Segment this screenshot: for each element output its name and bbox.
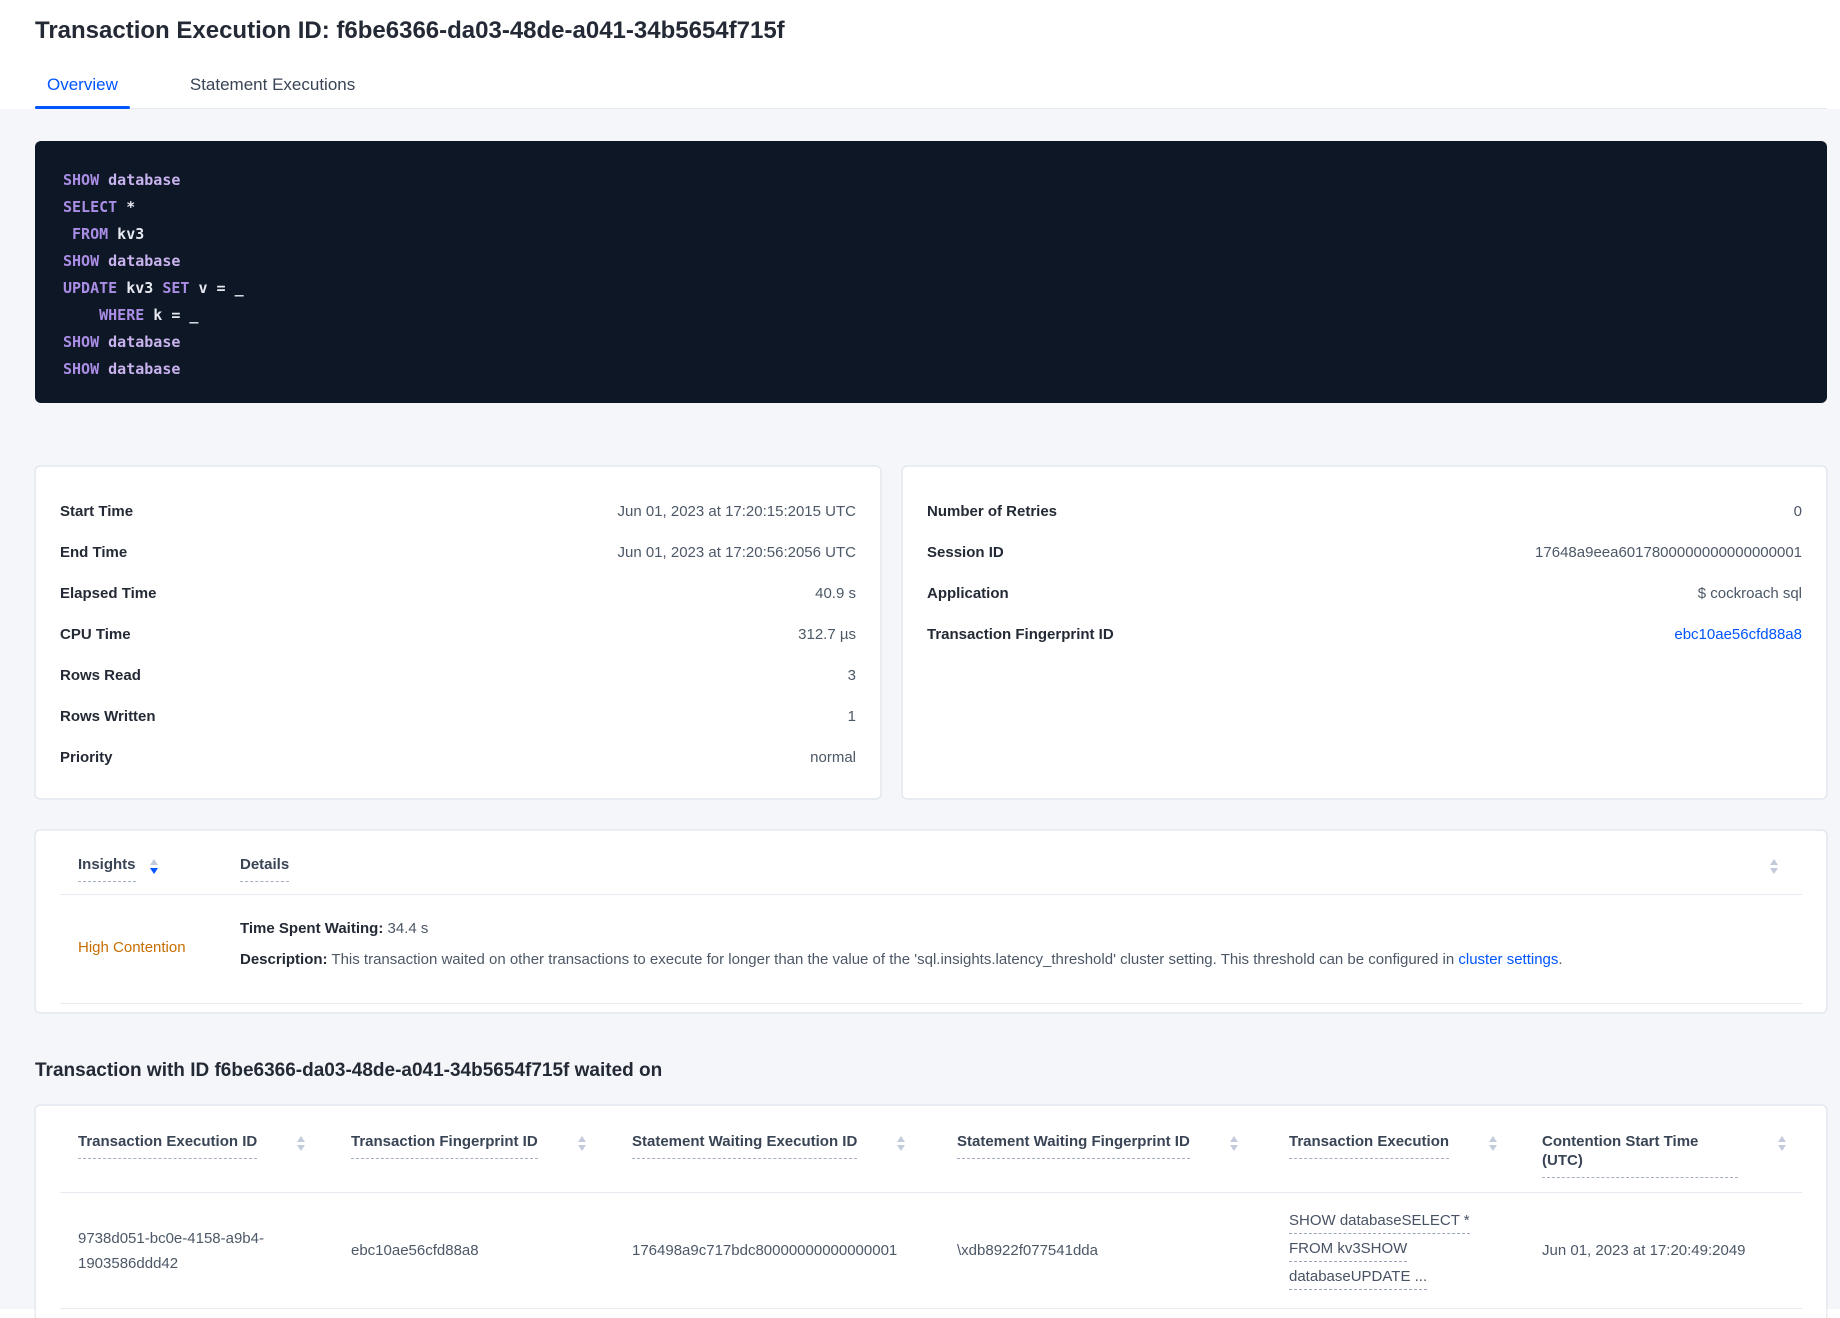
- insights-table: Insights Details High Contention Time Sp…: [35, 830, 1827, 1013]
- tab-bar: Overview Statement Executions: [35, 69, 1827, 109]
- meta-label: Transaction Fingerprint ID: [927, 626, 1114, 643]
- tab-statement-executions[interactable]: Statement Executions: [178, 69, 367, 108]
- transaction-fingerprint-link[interactable]: ebc10ae56cfd88a8: [1674, 626, 1802, 643]
- cell-statement-waiting-fingerprint-id: \xdb8922f077541dda: [957, 1242, 1098, 1259]
- stat-row-rows-written: Rows Written 1: [60, 696, 856, 737]
- stat-value: Jun 01, 2023 at 17:20:15:2015 UTC: [617, 503, 856, 520]
- meta-value: 17648a9eea6017800000000000000001: [1535, 544, 1802, 561]
- time-spent-waiting: Time Spent Waiting: 34.4 s: [240, 920, 429, 937]
- stat-row-rows-read: Rows Read 3: [60, 655, 856, 696]
- col-statement-waiting-execution-id[interactable]: Statement Waiting Execution ID: [632, 1132, 957, 1178]
- sql-line: SELECT *: [63, 198, 136, 216]
- meta-row-retries: Number of Retries 0: [927, 491, 1802, 532]
- transaction-execution-link[interactable]: SHOW databaseSELECT * FROM kv3SHOW datab…: [1289, 1211, 1542, 1290]
- stat-value: Jun 01, 2023 at 17:20:56:2056 UTC: [617, 544, 856, 561]
- stat-value: normal: [810, 749, 856, 766]
- sql-line: SHOW database: [63, 171, 181, 189]
- col-statement-waiting-fingerprint-id[interactable]: Statement Waiting Fingerprint ID: [957, 1132, 1289, 1178]
- meta-label: Number of Retries: [927, 503, 1058, 520]
- meta-label: Session ID: [927, 544, 1004, 561]
- meta-value: $ cockroach sql: [1697, 585, 1802, 602]
- sort-icon[interactable]: [1489, 1136, 1498, 1151]
- sql-line: FROM kv3: [72, 225, 145, 243]
- waited-on-heading: Transaction with ID f6be6366-da03-48de-a…: [35, 1060, 663, 1081]
- stat-label: CPU Time: [60, 626, 131, 643]
- sort-icon[interactable]: [1229, 1136, 1238, 1151]
- meta-value: 0: [1793, 503, 1802, 520]
- insight-row: High Contention Time Spent Waiting: 34.4…: [60, 895, 1802, 1004]
- stat-value: 40.9 s: [815, 585, 856, 602]
- sort-icon[interactable]: [1770, 859, 1778, 874]
- page-header: Transaction Execution ID: f6be6366-da03-…: [0, 0, 1840, 109]
- col-transaction-execution[interactable]: Transaction Execution: [1289, 1132, 1542, 1178]
- page-title: Transaction Execution ID: f6be6366-da03-…: [35, 17, 785, 44]
- sort-icon[interactable]: [1778, 1136, 1786, 1151]
- cell-transaction-fingerprint-id: ebc10ae56cfd88a8: [351, 1242, 479, 1259]
- stat-row-priority: Priority normal: [60, 737, 856, 778]
- insight-type-badge: High Contention: [78, 938, 186, 956]
- insight-details: Time Spent Waiting: 34.4 s Description: …: [240, 916, 1778, 978]
- stat-value: 3: [847, 667, 856, 684]
- sql-line: SHOW database: [63, 252, 181, 270]
- stat-row-start-time: Start Time Jun 01, 2023 at 17:20:15:2015…: [60, 491, 856, 532]
- insights-table-header: Insights Details: [60, 831, 1802, 895]
- stat-label: Priority: [60, 749, 113, 766]
- sql-line: UPDATE kv3 SET v = _: [63, 279, 244, 297]
- cell-contention-start-time: Jun 01, 2023 at 17:20:49:2049: [1542, 1242, 1746, 1259]
- waited-on-table: Transaction Execution ID Transaction Fin…: [35, 1105, 1827, 1318]
- meta-row-fingerprint-id: Transaction Fingerprint ID ebc10ae56cfd8…: [927, 614, 1802, 655]
- cluster-settings-link[interactable]: cluster settings: [1458, 951, 1558, 968]
- summary-cards-row: Start Time Jun 01, 2023 at 17:20:15:2015…: [35, 466, 1827, 799]
- cell-statement-waiting-execution-id: 176498a9c717bdc80000000000000001: [632, 1242, 898, 1259]
- col-transaction-fingerprint-id[interactable]: Transaction Fingerprint ID: [351, 1132, 632, 1178]
- sort-icon[interactable]: [577, 1136, 586, 1151]
- stat-label: Start Time: [60, 503, 134, 520]
- sort-icon[interactable]: [297, 1136, 306, 1151]
- stat-label: End Time: [60, 544, 128, 561]
- sql-line: WHERE k = _: [99, 306, 199, 324]
- sort-icon[interactable]: [897, 1136, 906, 1151]
- meta-row-application: Application $ cockroach sql: [927, 573, 1802, 614]
- details-header-label: Details: [240, 855, 290, 882]
- details-column-header: Details: [240, 855, 1778, 882]
- waited-on-row: 9738d051-bc0e-4158-a9b4-1903586ddd42 ebc…: [60, 1193, 1802, 1309]
- stat-label: Rows Read: [60, 667, 141, 684]
- waited-on-table-header: Transaction Execution ID Transaction Fin…: [60, 1106, 1802, 1193]
- stat-row-elapsed-time: Elapsed Time 40.9 s: [60, 573, 856, 614]
- sql-line: SHOW database: [63, 333, 181, 351]
- insight-description: Description: This transaction waited on …: [240, 951, 1563, 968]
- stat-value: 312.7 µs: [798, 626, 856, 643]
- cell-transaction-execution-id: 9738d051-bc0e-4158-a9b4-1903586ddd42: [78, 1229, 264, 1272]
- stat-label: Elapsed Time: [60, 585, 157, 602]
- insights-column-header[interactable]: Insights: [78, 855, 240, 882]
- transaction-stats-card: Start Time Jun 01, 2023 at 17:20:15:2015…: [35, 466, 881, 799]
- meta-row-session-id: Session ID 17648a9eea6017800000000000000…: [927, 532, 1802, 573]
- meta-label: Application: [927, 585, 1009, 602]
- stat-value: 1: [847, 708, 856, 725]
- col-contention-start-time[interactable]: Contention Start Time (UTC): [1542, 1132, 1802, 1178]
- sql-statements-box: SHOW database SELECT * FROM kv3 SHOW datab…: [35, 141, 1827, 403]
- stat-row-cpu-time: CPU Time 312.7 µs: [60, 614, 856, 655]
- page-body: SHOW database SELECT * FROM kv3 SHOW datab…: [0, 109, 1840, 1318]
- stat-row-end-time: End Time Jun 01, 2023 at 17:20:56:2056 U…: [60, 532, 856, 573]
- col-transaction-execution-id[interactable]: Transaction Execution ID: [78, 1132, 351, 1178]
- stat-label: Rows Written: [60, 708, 156, 725]
- sort-desc-icon[interactable]: [149, 859, 158, 874]
- insights-header-label: Insights: [78, 855, 136, 882]
- tab-overview[interactable]: Overview: [35, 69, 130, 109]
- sql-line: SHOW database: [63, 360, 181, 378]
- transaction-meta-card: Number of Retries 0 Session ID 17648a9ee…: [902, 466, 1827, 799]
